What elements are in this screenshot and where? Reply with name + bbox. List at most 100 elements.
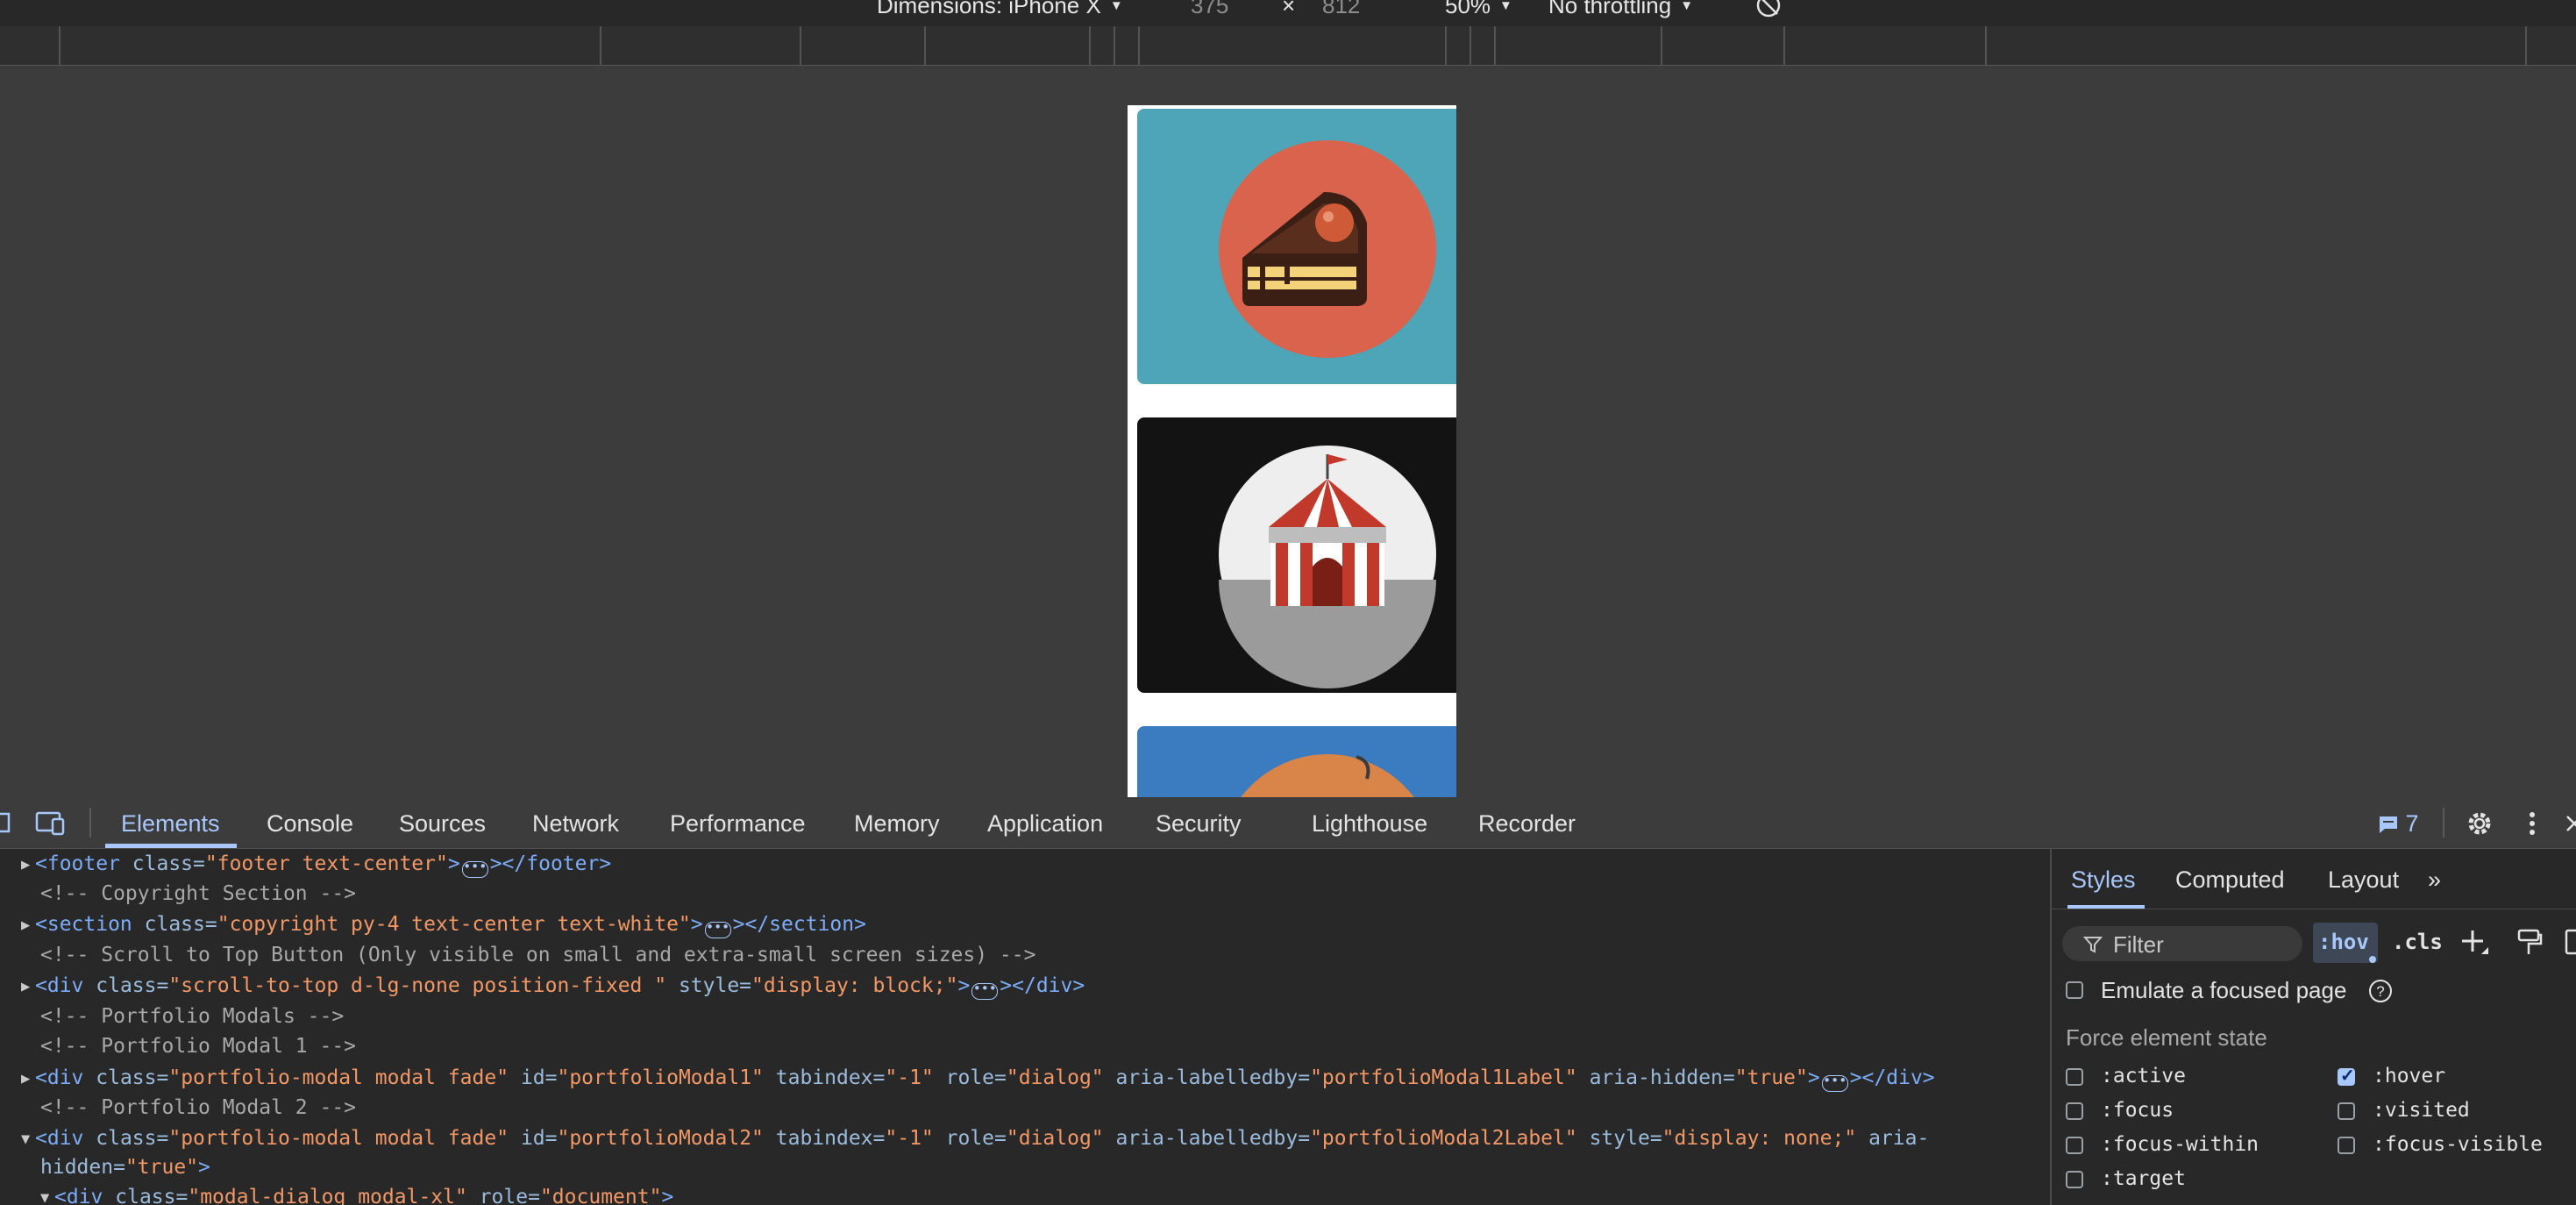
height-input[interactable]: 812 (1322, 0, 1360, 19)
state-focus-within-label: :focus-within (2101, 1133, 2259, 1156)
tab-elements[interactable]: Elements (121, 810, 220, 838)
state-active-label: :active (2101, 1065, 2186, 1087)
more-tabs-icon[interactable]: » (2428, 866, 2441, 894)
inspect-element-icon[interactable] (0, 811, 12, 834)
device-toolbar-icon[interactable] (35, 811, 67, 836)
state-focus-visible-checkbox[interactable] (2338, 1137, 2355, 1154)
emulate-focused-page-checkbox[interactable] (2066, 981, 2083, 999)
ellipsis-icon[interactable]: ••• (971, 982, 999, 1000)
ellipsis-icon[interactable]: ••• (704, 921, 731, 938)
settings-gear-icon[interactable] (2466, 809, 2494, 838)
device-viewport[interactable] (1128, 105, 1456, 797)
ruler-tick (2525, 26, 2527, 65)
portfolio-item-game-controller[interactable] (1137, 726, 1456, 797)
ruler-tick (1469, 26, 1471, 65)
tab-lighthouse[interactable]: Lighthouse (1312, 810, 1427, 838)
chevron-down-icon: ▼ (1109, 0, 1123, 13)
ruler-tick (1661, 26, 1662, 65)
dom-comment[interactable]: <!-- Copyright Section --> (40, 879, 356, 909)
state-hover-label: :hover (2373, 1065, 2446, 1087)
dom-node-portfolio-modal-2[interactable]: ▼ <div class="portfolio-modal modal fade"… (21, 1123, 1929, 1153)
cls-toggle[interactable]: .cls (2392, 930, 2443, 954)
dom-comment[interactable]: <!-- Portfolio Modals --> (40, 1002, 344, 1031)
throttling-select[interactable]: No throttling ▼ (1548, 0, 1693, 19)
tab-console[interactable]: Console (267, 810, 353, 838)
expand-arrow-icon[interactable]: ▶ (21, 1064, 35, 1094)
expand-arrow-icon[interactable]: ▶ (21, 850, 35, 880)
ellipsis-icon[interactable]: ••• (461, 860, 488, 878)
circus-tent-image (1137, 417, 1456, 693)
active-tab-indicator (105, 844, 237, 848)
state-visited-checkbox[interactable] (2338, 1102, 2355, 1120)
expand-arrow-icon[interactable]: ▶ (21, 972, 35, 1002)
ruler-tick (59, 26, 60, 65)
width-input[interactable]: 375 (1191, 0, 1228, 19)
device-select[interactable]: Dimensions: iPhone X ▼ (877, 0, 1123, 19)
dom-node-div-scroll-to-top[interactable]: ▶ <div class="scroll-to-top d-lg-none pos… (21, 971, 1085, 1001)
styles-filter-input[interactable]: Filter (2062, 926, 2302, 961)
state-focus-checkbox[interactable] (2066, 1102, 2083, 1120)
tab-sources[interactable]: Sources (399, 810, 486, 838)
hov-toggle[interactable]: :hov (2318, 930, 2369, 954)
ellipsis-icon[interactable]: ••• (1821, 1074, 1848, 1092)
filter-icon (2083, 937, 2103, 953)
devtools-panel: Elements Console Sources Network Perform… (0, 797, 2576, 1205)
collapse-arrow-icon[interactable]: ▼ (21, 1124, 35, 1154)
force-element-state-title: Force element state (2066, 1024, 2267, 1051)
dom-comment[interactable]: <!-- Portfolio Modal 1 --> (40, 1031, 356, 1061)
message-icon (2380, 816, 2397, 833)
ruler-tick (1089, 26, 1091, 65)
game-controller-image (1137, 726, 1456, 797)
dom-node-modal-dialog[interactable]: ▼ <div class="modal-dialog modal-xl" role… (40, 1182, 673, 1205)
state-hover-checkbox[interactable] (2338, 1065, 2355, 1087)
state-focus-label: :focus (2101, 1099, 2174, 1122)
collapse-arrow-icon[interactable]: ▼ (40, 1183, 54, 1205)
help-icon[interactable]: ? (2367, 978, 2394, 1004)
ruler-tick (1494, 26, 1496, 65)
tab-computed[interactable]: Computed (2175, 866, 2285, 894)
portfolio-item-circus-tent[interactable] (1137, 417, 1456, 693)
state-focus-visible-label: :focus-visible (2373, 1133, 2543, 1156)
cake-image (1137, 109, 1456, 384)
state-visited-label: :visited (2373, 1099, 2470, 1122)
ruler-tick (1445, 26, 1447, 65)
state-target-label: :target (2101, 1167, 2186, 1190)
ruler-tick (1783, 26, 1785, 65)
close-devtools-icon[interactable] (2564, 809, 2576, 838)
state-focus-within-checkbox[interactable] (2066, 1137, 2083, 1154)
computed-sidebar-icon[interactable] (2564, 928, 2576, 958)
tab-application[interactable]: Application (987, 810, 1103, 838)
more-options-icon[interactable] (2525, 809, 2539, 838)
tab-recorder[interactable]: Recorder (1478, 810, 1576, 838)
expand-arrow-icon[interactable]: ▶ (21, 910, 35, 940)
paint-roller-icon[interactable] (2516, 928, 2543, 958)
dom-comment[interactable]: <!-- Scroll to Top Button (Only visible … (40, 940, 1035, 970)
devtools-tabbar: Elements Console Sources Network Perform… (0, 797, 2576, 849)
ruler-tick (924, 26, 926, 65)
state-active-checkbox[interactable] (2066, 1068, 2083, 1086)
tab-memory[interactable]: Memory (854, 810, 940, 838)
tab-security[interactable]: Security (1156, 810, 1242, 838)
elements-dom-tree[interactable]: ▶ <footer class="footer text-center"> ••• >… (0, 849, 2048, 1205)
ruler-tick (1985, 26, 1987, 65)
tab-styles[interactable]: Styles (2071, 866, 2136, 894)
media-query-ruler[interactable] (0, 26, 2576, 66)
ruler-tick (1138, 26, 1140, 65)
dom-node-section[interactable]: ▶ <section class="copyright py-4 text-cen… (21, 909, 866, 939)
svg-text:?: ? (2376, 983, 2384, 1000)
dom-comment[interactable]: <!-- Portfolio Modal 2 --> (40, 1093, 356, 1123)
active-dot (2369, 956, 2376, 963)
chevron-down-icon: ▼ (1499, 0, 1512, 13)
tab-performance[interactable]: Performance (670, 810, 806, 838)
zoom-select[interactable]: 50% ▼ (1445, 0, 1512, 19)
tab-layout[interactable]: Layout (2328, 866, 2399, 894)
portfolio-item-cake[interactable] (1137, 109, 1456, 384)
rotate-icon[interactable] (1755, 0, 1782, 21)
issues-counter[interactable]: 7 (2378, 810, 2419, 838)
dom-node-portfolio-modal-1[interactable]: ▶ <div class="portfolio-modal modal fade"… (21, 1063, 1935, 1093)
state-target-checkbox[interactable] (2066, 1171, 2083, 1188)
dom-node-portfolio-modal-2-wrap[interactable]: hidden="true"> (40, 1152, 210, 1182)
dom-node-footer[interactable]: ▶ <footer class="footer text-center"> ••• >… (21, 849, 611, 879)
new-style-rule-icon[interactable] (2460, 928, 2490, 958)
tab-network[interactable]: Network (532, 810, 619, 838)
